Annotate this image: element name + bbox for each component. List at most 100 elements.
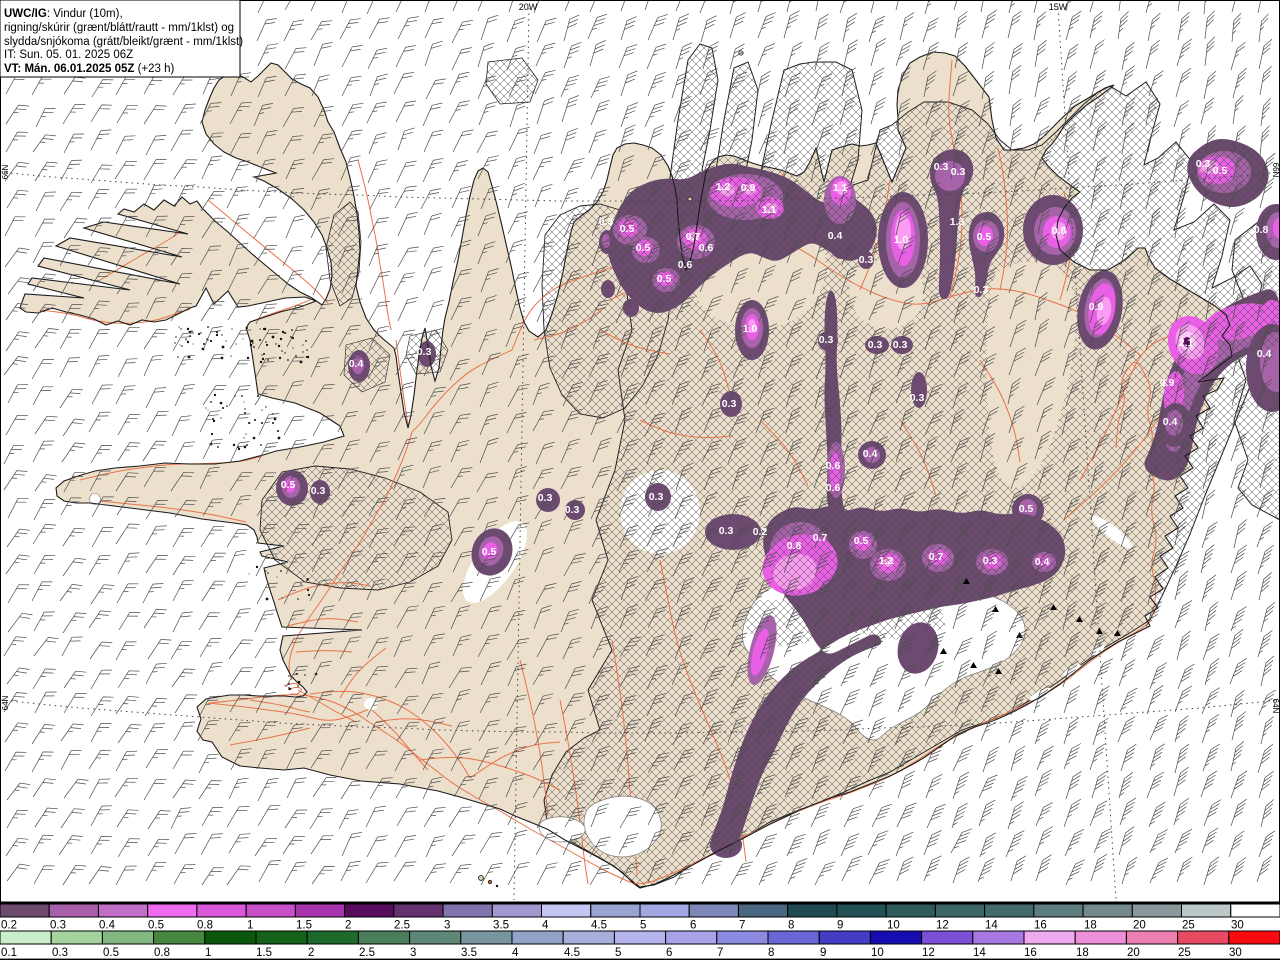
- svg-text:0.4: 0.4: [1035, 556, 1050, 568]
- svg-text:2: 2: [345, 920, 351, 932]
- svg-text:0.9: 0.9: [1160, 377, 1175, 389]
- svg-text:0.3: 0.3: [599, 216, 614, 228]
- svg-text:3: 3: [444, 920, 450, 932]
- svg-text:2.1: 2.1: [1179, 337, 1194, 349]
- svg-text:0.3: 0.3: [1196, 158, 1211, 170]
- svg-text:5: 5: [615, 947, 621, 959]
- svg-text:14: 14: [985, 920, 998, 932]
- svg-text:8: 8: [768, 947, 774, 959]
- svg-text:0.3: 0.3: [910, 392, 925, 404]
- svg-text:1.2: 1.2: [879, 555, 894, 567]
- svg-text:0.3: 0.3: [983, 555, 998, 567]
- svg-text:18: 18: [1076, 947, 1089, 959]
- svg-text:20W: 20W: [519, 2, 538, 12]
- svg-text:3: 3: [410, 947, 416, 959]
- svg-text:10: 10: [887, 920, 900, 932]
- svg-text:VT: Mán. 06.01.2025 05Z (+23 h: VT: Mán. 06.01.2025 05Z (+23 h): [4, 63, 175, 75]
- svg-text:0.5: 0.5: [148, 920, 164, 932]
- svg-text:0.5: 0.5: [977, 231, 992, 243]
- svg-text:0.2: 0.2: [1, 920, 17, 932]
- svg-text:10: 10: [871, 947, 884, 959]
- svg-text:0.3: 0.3: [819, 334, 834, 346]
- svg-text:0.9: 0.9: [1089, 301, 1104, 313]
- svg-text:0.5: 0.5: [636, 242, 651, 254]
- svg-text:7: 7: [739, 920, 745, 932]
- svg-text:0.3: 0.3: [868, 339, 883, 351]
- svg-text:0.3: 0.3: [951, 166, 966, 178]
- svg-text:3.5: 3.5: [493, 920, 509, 932]
- svg-text:1: 1: [205, 947, 211, 959]
- svg-text:20: 20: [1133, 920, 1146, 932]
- svg-text:1.5: 1.5: [296, 920, 312, 932]
- svg-text:0.4: 0.4: [828, 230, 843, 242]
- svg-text:4: 4: [512, 947, 519, 959]
- svg-text:0.3: 0.3: [538, 492, 553, 504]
- svg-text:16: 16: [1024, 947, 1037, 959]
- svg-text:0.5: 0.5: [620, 223, 635, 235]
- svg-text:rigning/skúrir (grænt/blátt/ra: rigning/skúrir (grænt/blátt/rautt - mm/1…: [4, 22, 234, 34]
- svg-text:30: 30: [1229, 947, 1242, 959]
- svg-text:2.5: 2.5: [359, 947, 375, 959]
- svg-text:5: 5: [640, 920, 646, 932]
- svg-text:64N: 64N: [1, 695, 10, 710]
- svg-text:15W: 15W: [1049, 2, 1068, 12]
- svg-text:0.4: 0.4: [99, 920, 116, 932]
- svg-text:3.5: 3.5: [461, 947, 477, 959]
- svg-text:1: 1: [247, 920, 253, 932]
- svg-text:0.4: 0.4: [349, 358, 364, 370]
- svg-text:0.3: 0.3: [974, 284, 989, 296]
- svg-text:25: 25: [1178, 947, 1191, 959]
- svg-text:6: 6: [666, 947, 672, 959]
- svg-text:0.5: 0.5: [281, 479, 296, 491]
- svg-text:2: 2: [308, 947, 314, 959]
- svg-text:1.0: 1.0: [894, 234, 909, 246]
- svg-text:66N: 66N: [1, 164, 10, 179]
- svg-text:9: 9: [837, 920, 843, 932]
- svg-text:0.8: 0.8: [787, 540, 802, 552]
- svg-text:1.5: 1.5: [256, 947, 272, 959]
- svg-text:25: 25: [1182, 920, 1195, 932]
- svg-text:1.1: 1.1: [833, 182, 848, 194]
- svg-text:0.3: 0.3: [417, 346, 432, 358]
- svg-text:0.8: 0.8: [154, 947, 170, 959]
- svg-text:6: 6: [690, 920, 696, 932]
- svg-text:0.5: 0.5: [657, 273, 672, 285]
- svg-text:0.8: 0.8: [1052, 225, 1067, 237]
- svg-text:0.3: 0.3: [311, 485, 326, 497]
- svg-text:0.7: 0.7: [929, 551, 944, 563]
- svg-text:1.3: 1.3: [950, 216, 965, 228]
- svg-text:0.2: 0.2: [753, 526, 768, 538]
- svg-text:0.6: 0.6: [826, 460, 841, 472]
- svg-text:0.3: 0.3: [719, 525, 734, 537]
- svg-text:0.3: 0.3: [50, 920, 66, 932]
- svg-text:0.3: 0.3: [893, 339, 908, 351]
- svg-text:0.8: 0.8: [197, 920, 213, 932]
- svg-text:0.5: 0.5: [103, 947, 119, 959]
- svg-text:0.6: 0.6: [699, 242, 714, 254]
- svg-text:0.3: 0.3: [722, 398, 737, 410]
- svg-text:16: 16: [1034, 920, 1047, 932]
- svg-text:0.9: 0.9: [741, 182, 756, 194]
- svg-text:9: 9: [820, 947, 826, 959]
- svg-text:0.5: 0.5: [482, 546, 497, 558]
- svg-text:0.8: 0.8: [1254, 224, 1269, 236]
- svg-text:0.5: 0.5: [1019, 503, 1034, 515]
- svg-text:7: 7: [717, 947, 723, 959]
- svg-text:IT: Sun. 05. 01. 2025 06Z: IT: Sun. 05. 01. 2025 06Z: [4, 49, 133, 61]
- svg-text:8: 8: [788, 920, 794, 932]
- svg-text:4.5: 4.5: [564, 947, 580, 959]
- svg-text:0.5: 0.5: [1213, 165, 1228, 177]
- svg-text:1.0: 1.0: [743, 323, 758, 335]
- svg-text:0.5: 0.5: [854, 535, 869, 547]
- svg-text:64N: 64N: [1271, 699, 1280, 714]
- svg-text:4: 4: [542, 920, 549, 932]
- svg-text:12: 12: [922, 947, 935, 959]
- svg-text:UWC/IG: Vindur (10m),: UWC/IG: Vindur (10m),: [4, 8, 123, 20]
- svg-text:0.4: 0.4: [1163, 416, 1178, 428]
- svg-text:0.1: 0.1: [1, 947, 17, 959]
- svg-text:66N: 66N: [1271, 163, 1280, 178]
- svg-text:30: 30: [1231, 920, 1244, 932]
- svg-text:1.1: 1.1: [762, 204, 777, 216]
- svg-text:12: 12: [936, 920, 949, 932]
- svg-text:18: 18: [1084, 920, 1097, 932]
